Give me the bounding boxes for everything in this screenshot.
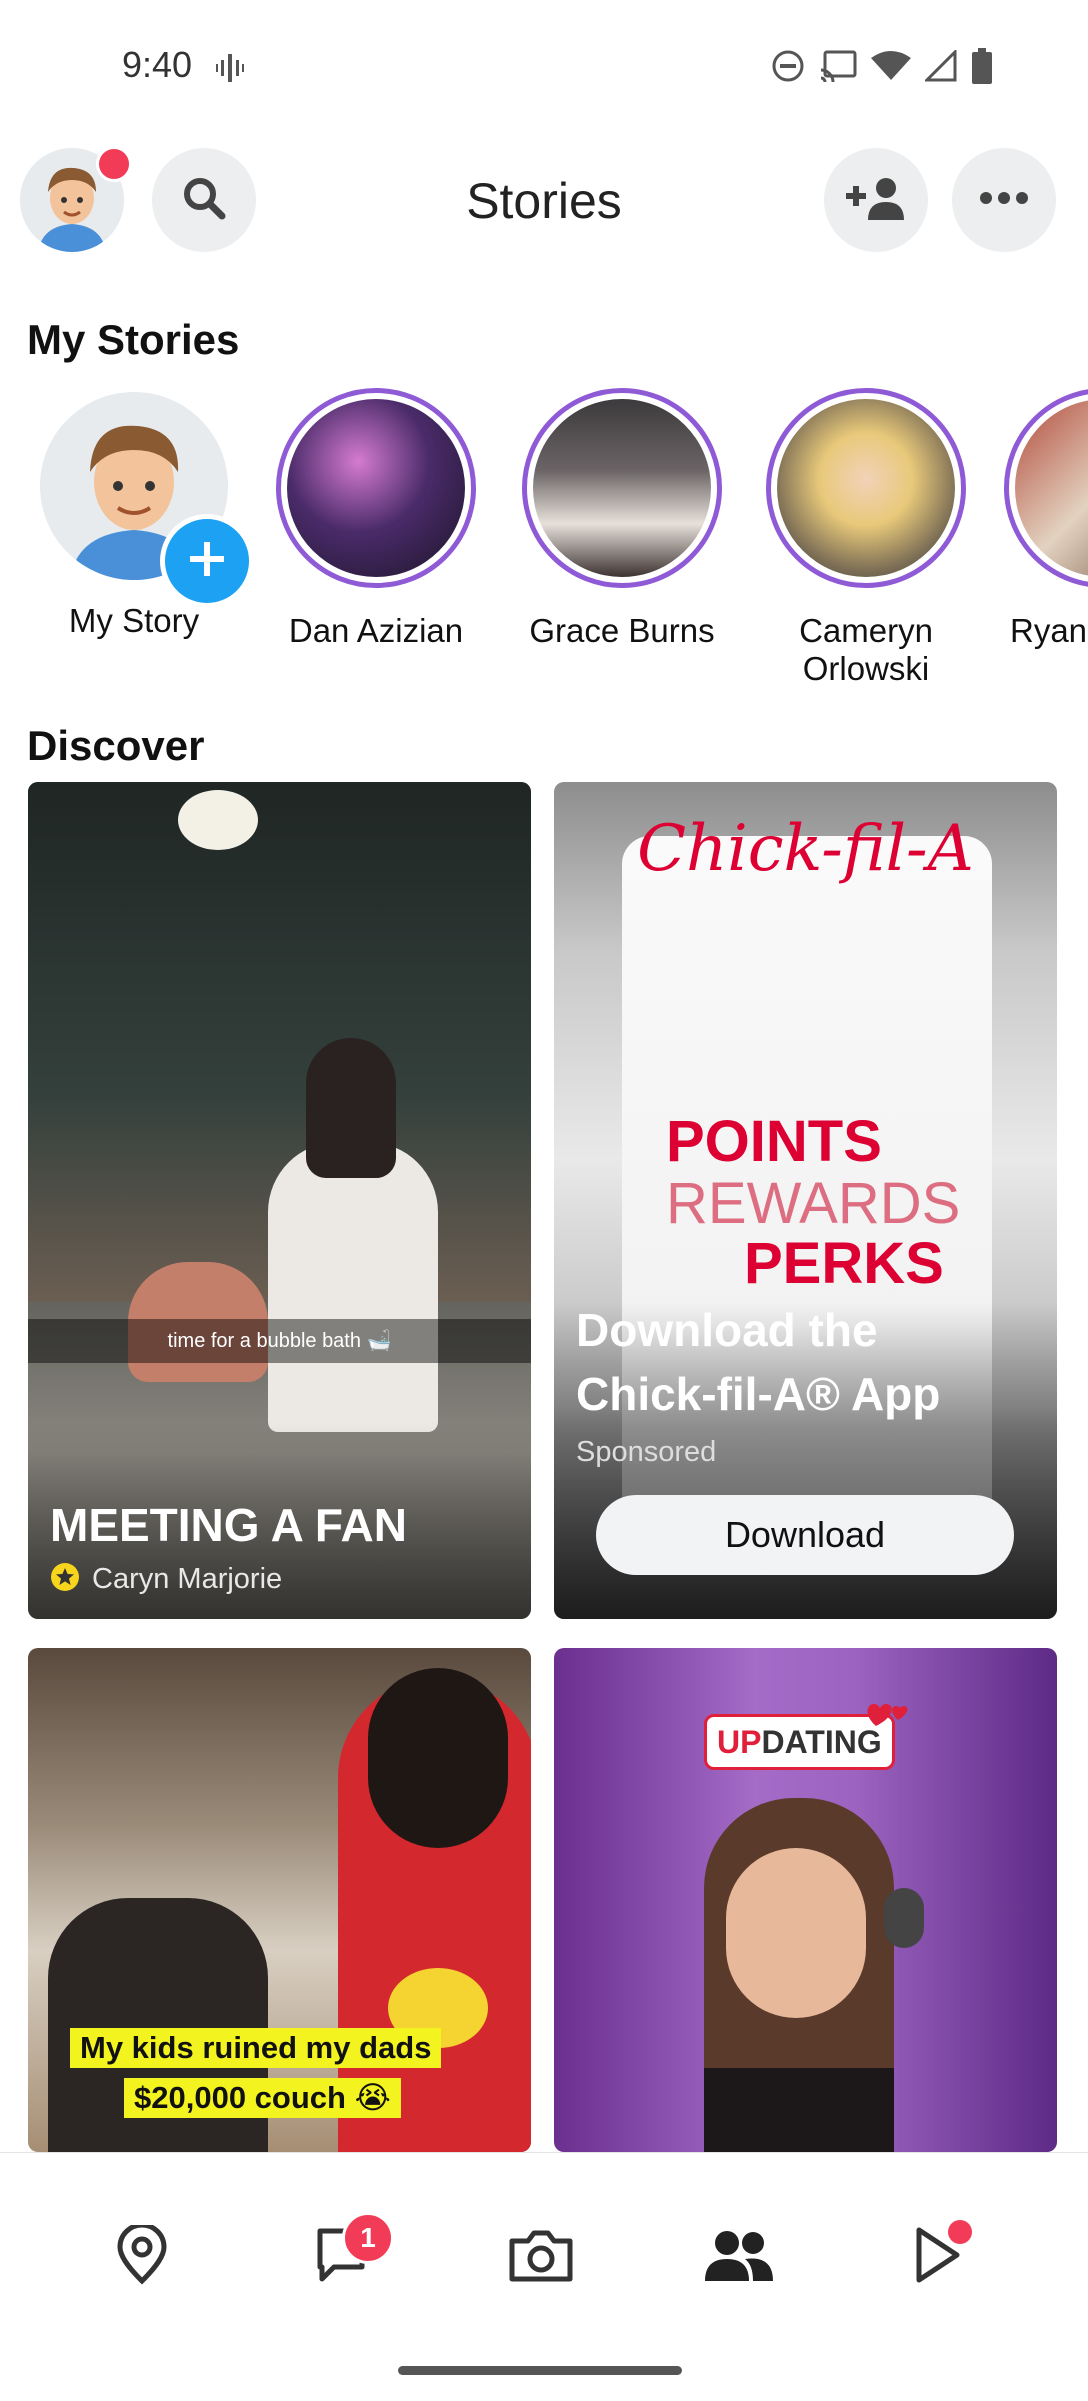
story-grace-burns[interactable]: Grace Burns [512, 388, 732, 650]
story-ring [276, 388, 476, 588]
chat-unread-badge: 1 [342, 2212, 394, 2264]
download-button[interactable]: Download [596, 1495, 1014, 1575]
camera-icon [508, 2227, 574, 2288]
story-name: Cameryn Orlowski [799, 612, 933, 687]
my-stories-heading: My Stories [27, 316, 240, 363]
add-friend-icon [846, 176, 906, 225]
story-name: Grace Burns [529, 612, 715, 649]
more-button[interactable] [952, 148, 1056, 252]
stories-tab[interactable] [704, 2222, 774, 2292]
discover-heading: Discover [27, 722, 205, 769]
add-friend-button[interactable] [824, 148, 928, 252]
brand-logo: Chick-fil-A [637, 812, 974, 886]
card-caption: time for a bubble bath 🛁 [28, 1319, 531, 1363]
signal-icon [923, 48, 957, 87]
creator-name: Caryn Marjorie [92, 1563, 283, 1595]
map-pin-icon [116, 2222, 168, 2290]
discover-card-couch[interactable]: My kids ruined my dads $20,000 couch 😭 [28, 1648, 531, 2152]
discover-card-chick-fil-a[interactable]: Chick-fil-A POINTS REWARDS PERKS Downloa… [554, 782, 1057, 1619]
story-name: Dan Azizian [288, 612, 464, 649]
battery-icon [971, 48, 993, 89]
heart-icon [864, 1700, 910, 1735]
card-title: MEETING A FAN [50, 1499, 407, 1551]
story-ring [522, 388, 722, 588]
person-shape [268, 1142, 438, 1432]
story-thumbnail [287, 399, 465, 577]
home-indicator[interactable] [398, 2366, 682, 2375]
discover-card-updating[interactable]: UP DATING [554, 1648, 1057, 2152]
spotlight-notification-dot [948, 2220, 972, 2244]
add-story-button[interactable] [160, 514, 254, 608]
story-thumbnail [777, 399, 955, 577]
person-shape [704, 2068, 894, 2152]
person-hair [368, 1668, 508, 1848]
person-face [726, 1848, 866, 2018]
wifi-icon [871, 50, 911, 87]
story-thumbnail [533, 399, 711, 577]
map-tab[interactable] [107, 2222, 177, 2292]
friends-icon [703, 2227, 775, 2288]
promo-line: PERKS [744, 1231, 944, 1296]
card-title: Download the Chick-fil-A® App [576, 1304, 941, 1420]
sponsored-label: Sponsored [576, 1436, 717, 1468]
camera-tab[interactable] [506, 2222, 576, 2292]
discover-card-meeting-a-fan[interactable]: time for a bubble bath 🛁 MEETING A FAN C… [28, 782, 531, 1619]
card-caption: $20,000 couch 😭 [124, 2078, 401, 2118]
promo-line: POINTS [666, 1109, 882, 1174]
microphone [884, 1888, 924, 1948]
story-cameryn-orlowski[interactable]: Cameryn Orlowski [756, 388, 976, 688]
promo-line: REWARDS [666, 1171, 961, 1236]
vibrate-icon [216, 52, 244, 89]
story-dan-azizian[interactable]: Dan Azizian [266, 388, 486, 650]
logo-part: UP [717, 1723, 762, 1760]
story-ring [1004, 388, 1088, 588]
card-creator: Caryn Marjorie [50, 1562, 282, 1597]
person-hair [306, 1038, 396, 1178]
status-time: 9:40 [122, 44, 193, 85]
plus-icon [187, 539, 227, 584]
more-icon [980, 191, 1028, 209]
lamp-light [178, 790, 258, 850]
dnd-icon [771, 49, 805, 88]
star-badge-icon [50, 1562, 80, 1597]
story-ryan[interactable]: Ryan [1004, 388, 1088, 680]
story-ring [766, 388, 966, 588]
card-caption: My kids ruined my dads [70, 2028, 442, 2068]
story-name: Ryan [1010, 612, 1088, 649]
story-thumbnail [1015, 399, 1088, 577]
cast-icon [819, 50, 857, 87]
status-icons [771, 48, 993, 89]
